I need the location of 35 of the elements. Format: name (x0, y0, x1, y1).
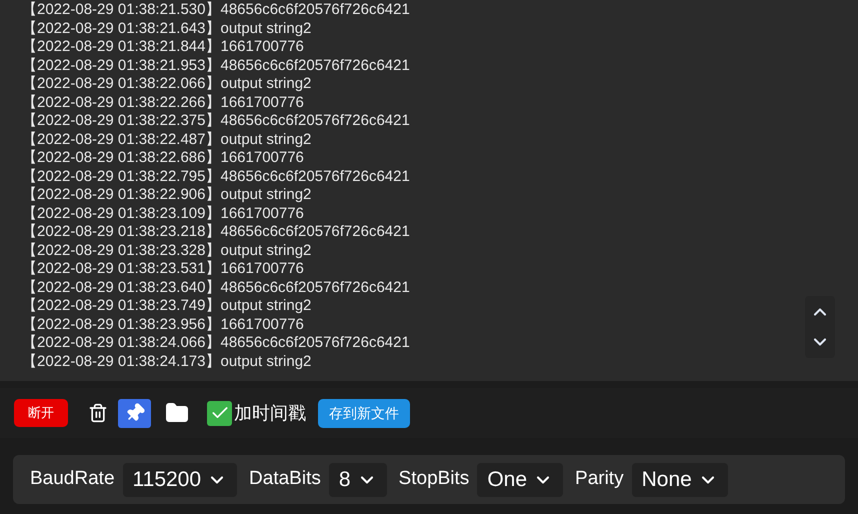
log-line: 【2022-08-29 01:38:22.906】output string2 (22, 186, 312, 204)
log-line: 【2022-08-29 01:38:22.066】output string2 (22, 75, 312, 94)
setting-dropdown[interactable]: None (632, 462, 728, 496)
log-line: 【2022-08-29 01:38:22.375】48656c6c6f20576f726c6421 (22, 112, 410, 130)
timestamp-checkbox[interactable] (207, 400, 232, 426)
log-line: 【2022-08-29 01:38:24.066】48656c6c6f20576f726c6421 (22, 334, 410, 352)
folder-icon[interactable] (165, 401, 189, 425)
delete-icon[interactable] (88, 403, 108, 423)
setting-dropdown[interactable]: 115200 (122, 462, 238, 496)
log-line: 【2022-08-29 01:38:22.686】1661700776 (22, 149, 304, 168)
log-line: 【2022-08-29 01:38:22.795】48656c6c6f20576f726c6421 (22, 168, 410, 186)
log-line: 【2022-08-29 01:38:21.643】output string2 (22, 20, 312, 38)
setting-label: Parity (575, 467, 624, 492)
setting-dropdown[interactable]: 8 (328, 462, 387, 496)
disconnect-button[interactable]: 断开 (14, 399, 68, 427)
log-line: 【2022-08-29 01:38:24.173】output string2 (22, 352, 312, 371)
log-line: 【2022-08-29 01:38:23.328】output string2 (22, 242, 312, 260)
save-file-button[interactable]: 存到新文件 (318, 398, 410, 428)
log-line: 【2022-08-29 01:38:22.266】1661700776 (22, 94, 304, 112)
timestamp-label: 加时间戳 (234, 402, 306, 424)
log-line: 【2022-08-29 01:38:23.749】output string2 (22, 297, 312, 316)
setting-dropdown[interactable]: One (477, 462, 564, 496)
log-line: 【2022-08-29 01:38:23.956】1661700776 (22, 316, 304, 334)
log-line: 【2022-08-29 01:38:23.109】1661700776 (22, 204, 304, 223)
setting-label: DataBits (249, 467, 321, 492)
setting-label: BaudRate (30, 467, 115, 492)
log-line: 【2022-08-29 01:38:23.531】1661700776 (22, 260, 304, 278)
log-line: 【2022-08-29 01:38:21.953】48656c6c6f20576f726c6421 (22, 56, 410, 75)
log-line: 【2022-08-29 01:38:22.487】output string2 (22, 130, 312, 149)
log-line: 【2022-08-29 01:38:21.844】1661700776 (22, 38, 304, 56)
pin-button[interactable] (118, 398, 151, 428)
log-line: 【2022-08-29 01:38:23.640】48656c6c6f20576f726c6421 (22, 278, 410, 297)
log-line: 【2022-08-29 01:38:23.218】48656c6c6f20576f726c6421 (22, 223, 410, 242)
log-line: 【2022-08-29 01:38:21.530】48656c6c6f20576f726c6421 (22, 1, 410, 20)
setting-label: StopBits (398, 467, 470, 492)
